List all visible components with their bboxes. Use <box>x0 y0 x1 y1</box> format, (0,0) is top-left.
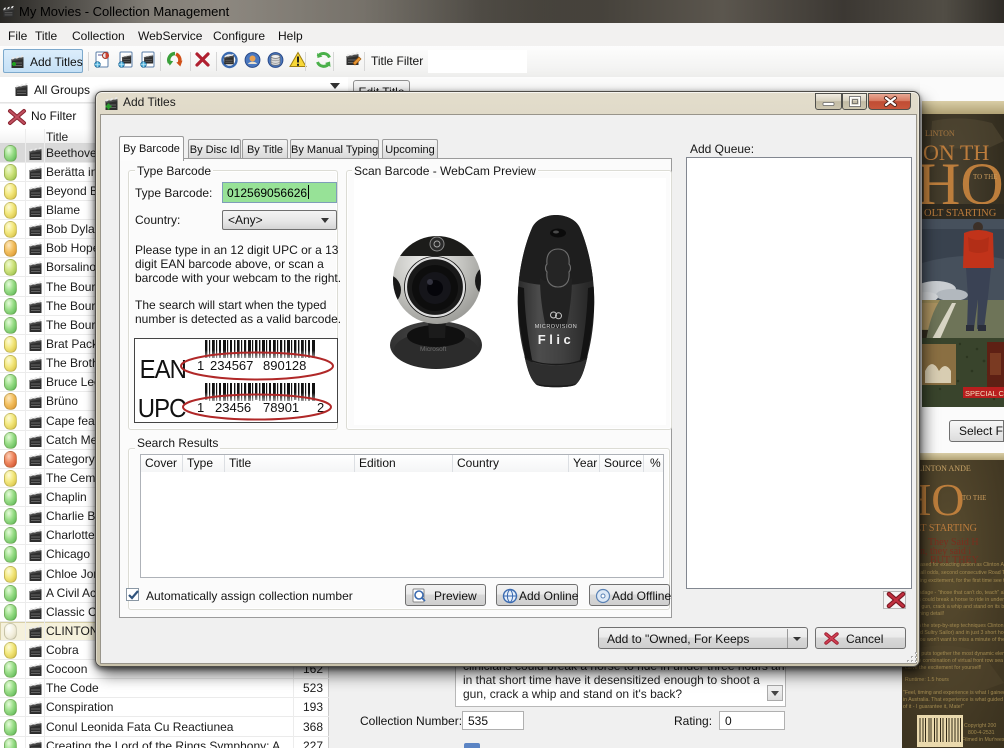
svg-text:Filmed in Mur'reesbor: Filmed in Mur'reesbor <box>962 737 1004 743</box>
svg-text:Copyright 200: Copyright 200 <box>964 723 996 729</box>
svg-text:e old adage - "those that can': e old adage - "those that can't do, teac… <box>906 590 1004 596</box>
svg-text:MICROVISION: MICROVISION <box>535 324 577 330</box>
svg-text:SPECIAL CL: SPECIAL CL <box>965 389 1004 398</box>
svg-text:"Feel, timing and experience i: "Feel, timing and experience is what I g… <box>903 690 1004 696</box>
svg-text:Runtime: 1.5 hours: Runtime: 1.5 hours <box>905 677 949 683</box>
svg-text:of lasting excitement, for the: of lasting excitement, for the first tim… <box>906 578 1004 584</box>
svg-text:OLT STARTING: OLT STARTING <box>924 208 997 219</box>
svg-text:Flic: Flic <box>538 332 574 347</box>
svg-text:1: 1 <box>197 400 204 415</box>
svg-text:1: 1 <box>197 358 204 373</box>
svg-text:CLINTON ANDE: CLINTON ANDE <box>912 464 971 473</box>
svg-text:Microsoft: Microsoft <box>420 346 447 353</box>
svg-text:23456: 23456 <box>215 400 251 415</box>
svg-text:on based for exacting action a: on based for exacting action as Clinton … <box>910 562 1004 568</box>
svg-text:in Australia. That experience: in Australia. That experience is what gu… <box>903 697 1004 703</box>
svg-text:UPC: UPC <box>138 394 187 422</box>
svg-text:TO THE: TO THE <box>973 173 997 181</box>
svg-text:EAN: EAN <box>140 355 186 384</box>
svg-text:about all odds, second consecu: about all odds, second consecutive Road … <box>906 570 1004 576</box>
svg-text:of it - I guarantee it, Mate!": of it - I guarantee it, Mate!" <box>903 704 964 710</box>
svg-text:TO THE: TO THE <box>962 494 986 502</box>
svg-text:234567: 234567 <box>210 358 253 373</box>
svg-text:800-4-2531: 800-4-2531 <box>968 730 995 736</box>
svg-text:78901: 78901 <box>263 400 299 415</box>
svg-text:LINTON: LINTON <box>925 129 955 138</box>
svg-text:890128: 890128 <box>263 358 306 373</box>
